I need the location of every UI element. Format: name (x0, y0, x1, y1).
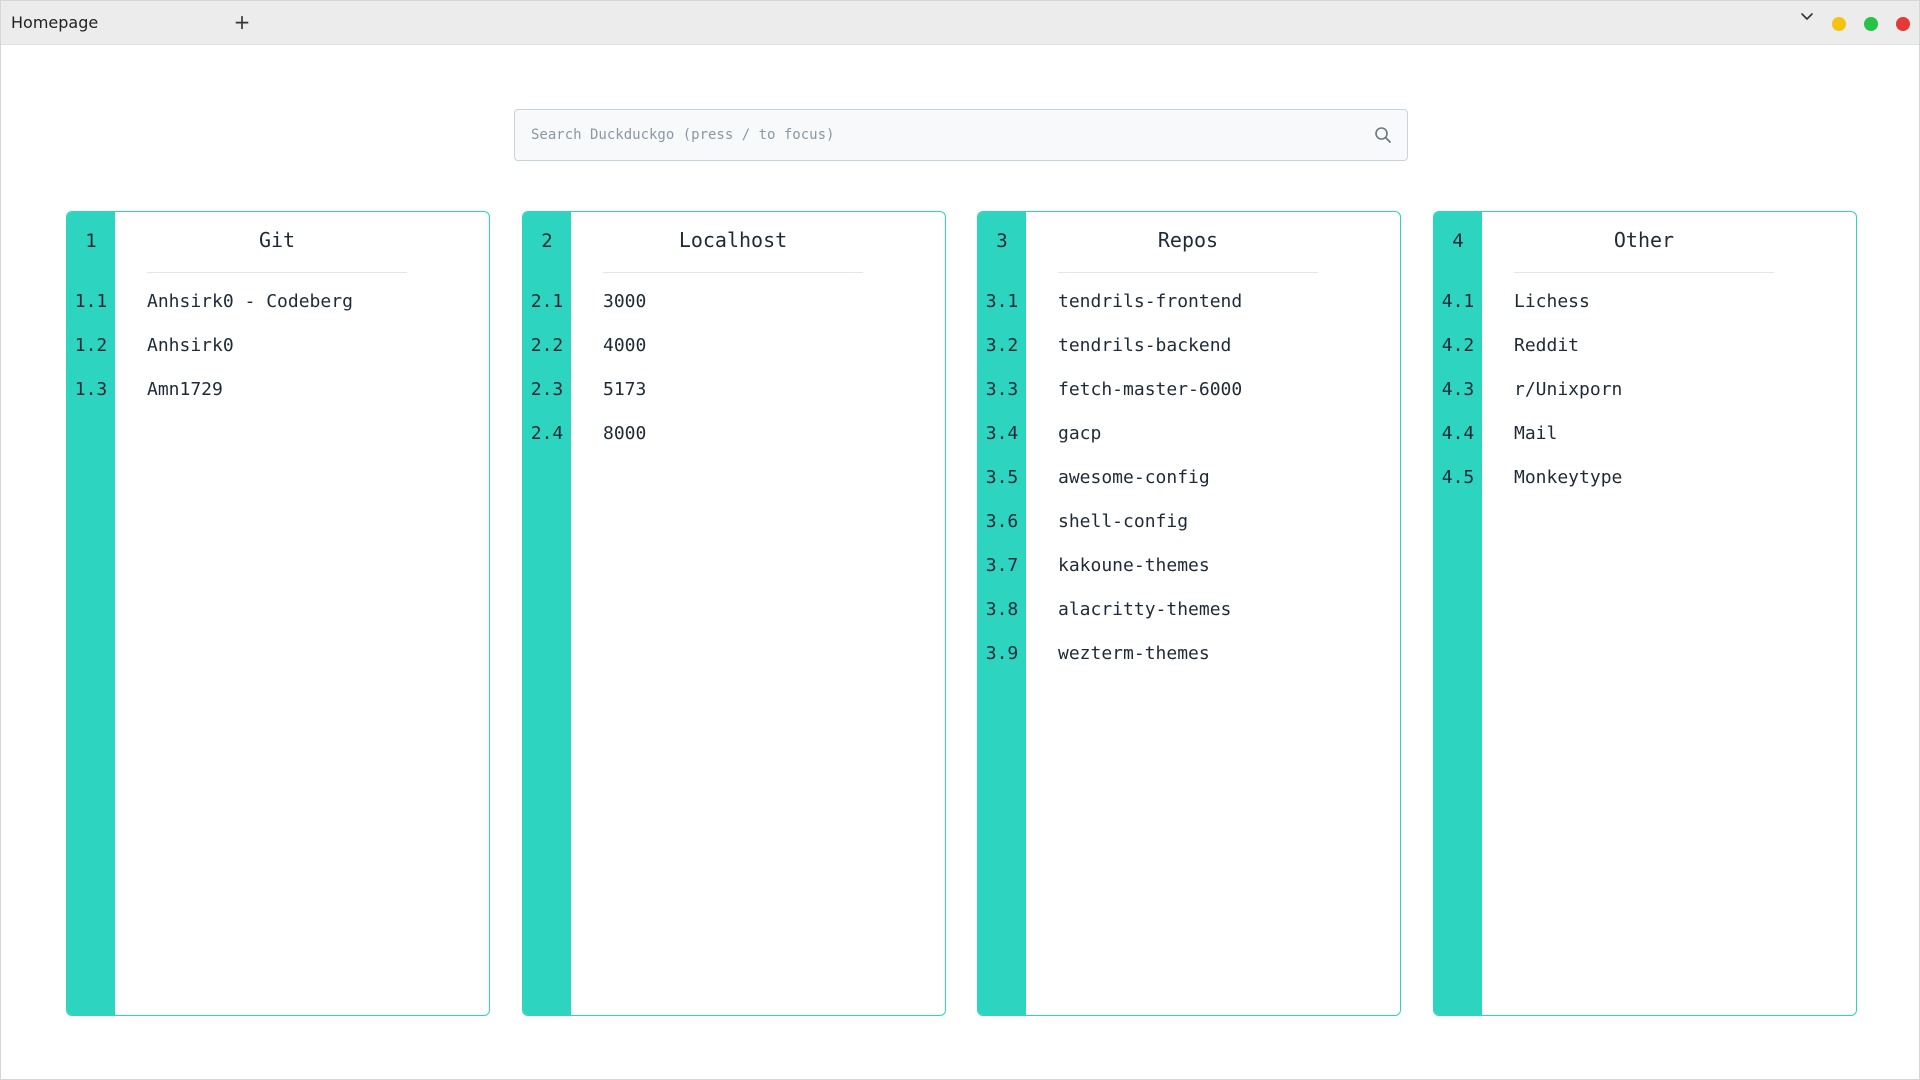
card-number: 4 (1452, 230, 1464, 252)
link-index: 4.2 (1441, 335, 1475, 356)
close-button[interactable] (1896, 17, 1910, 31)
link-index: 2.4 (530, 423, 564, 444)
link-item[interactable]: 2.2 4000 (523, 331, 945, 361)
link-label[interactable]: Anhsirk0 (147, 331, 234, 361)
link-item[interactable]: 3.6 shell-config (978, 507, 1400, 537)
card-divider (1514, 272, 1774, 273)
link-index: 1.2 (74, 335, 108, 356)
link-index: 4.1 (1441, 291, 1475, 312)
link-item[interactable]: 4.5 Monkeytype (1434, 463, 1856, 493)
link-item[interactable]: 4.4 Mail (1434, 419, 1856, 449)
card-title: Repos (1157, 228, 1219, 252)
link-label[interactable]: 5173 (603, 375, 646, 405)
search-icon[interactable] (1373, 125, 1393, 145)
maximize-button[interactable] (1864, 17, 1878, 31)
link-index: 4.5 (1441, 467, 1475, 488)
card-number: 3 (996, 230, 1008, 252)
link-item[interactable]: 2.1 3000 (523, 287, 945, 317)
link-label[interactable]: Mail (1514, 419, 1557, 449)
minimize-button[interactable] (1832, 17, 1846, 31)
link-item[interactable]: 2.3 5173 (523, 375, 945, 405)
link-label[interactable]: tendrils-backend (1058, 331, 1231, 361)
link-index: 4.3 (1441, 379, 1475, 400)
link-item[interactable]: 4.1 Lichess (1434, 287, 1856, 317)
card-git: 1 Git 1.1 Anhsirk0 - Codeberg 1.2 Anhsirk0 1.3… (66, 211, 490, 1016)
link-label[interactable]: awesome-config (1058, 463, 1210, 493)
link-index: 3.2 (985, 335, 1019, 356)
new-tab-button[interactable]: + (229, 9, 255, 35)
link-label[interactable]: alacritty-themes (1058, 595, 1231, 625)
link-index: 3.7 (985, 555, 1019, 576)
card-title: Git (258, 228, 296, 252)
link-label[interactable]: wezterm-themes (1058, 639, 1210, 669)
card-repos: 3 Repos 3.1 tendrils-frontend 3.2 tendrils-ba… (977, 211, 1401, 1016)
link-item[interactable]: 3.5 awesome-config (978, 463, 1400, 493)
card-divider (147, 272, 407, 273)
link-label[interactable]: Monkeytype (1514, 463, 1622, 493)
link-index: 1.3 (74, 379, 108, 400)
card-localhost: 2 Localhost 2.1 3000 2.2 4000 2.3 5173 2.4 8000 (522, 211, 946, 1016)
link-index: 2.1 (530, 291, 564, 312)
card-title: Other (1613, 228, 1675, 252)
link-index: 2.2 (530, 335, 564, 356)
tab-homepage[interactable]: Homepage (1, 1, 221, 44)
search-input[interactable] (515, 110, 1355, 160)
link-item[interactable]: 1.2 Anhsirk0 (67, 331, 489, 361)
link-label[interactable]: Anhsirk0 - Codeberg (147, 287, 353, 317)
tab-title: Homepage (11, 13, 99, 32)
link-label[interactable]: Amn1729 (147, 375, 223, 405)
link-index: 2.3 (530, 379, 564, 400)
link-label[interactable]: Lichess (1514, 287, 1590, 317)
card-other: 4 Other 4.1 Lichess 4.2 Reddit 4.3 r/Unixporn 4.… (1433, 211, 1857, 1016)
card-divider (603, 272, 863, 273)
link-index: 3.4 (985, 423, 1019, 444)
link-label[interactable]: 8000 (603, 419, 646, 449)
link-index: 3.5 (985, 467, 1019, 488)
link-item[interactable]: 3.1 tendrils-frontend (978, 287, 1400, 317)
link-item[interactable]: 3.8 alacritty-themes (978, 595, 1400, 625)
link-item[interactable]: 3.7 kakoune-themes (978, 551, 1400, 581)
search-box (514, 109, 1408, 161)
title-bar: Homepage + (1, 1, 1919, 45)
link-label[interactable]: gacp (1058, 419, 1101, 449)
link-item[interactable]: 1.1 Anhsirk0 - Codeberg (67, 287, 489, 317)
link-label[interactable]: shell-config (1058, 507, 1188, 537)
link-label[interactable]: 4000 (603, 331, 646, 361)
link-index: 3.1 (985, 291, 1019, 312)
link-item[interactable]: 2.4 8000 (523, 419, 945, 449)
link-index: 3.9 (985, 643, 1019, 664)
link-index: 1.1 (74, 291, 108, 312)
link-item[interactable]: 4.3 r/Unixporn (1434, 375, 1856, 405)
card-title: Localhost (678, 228, 788, 252)
link-item[interactable]: 3.9 wezterm-themes (978, 639, 1400, 669)
link-item[interactable]: 4.2 Reddit (1434, 331, 1856, 361)
card-divider (1058, 272, 1318, 273)
link-item[interactable]: 3.2 tendrils-backend (978, 331, 1400, 361)
link-label[interactable]: r/Unixporn (1514, 375, 1622, 405)
link-index: 3.3 (985, 379, 1019, 400)
link-label[interactable]: Reddit (1514, 331, 1579, 361)
link-item[interactable]: 3.4 gacp (978, 419, 1400, 449)
chevron-down-icon[interactable] (1797, 7, 1817, 27)
link-label[interactable]: fetch-master-6000 (1058, 375, 1242, 405)
link-label[interactable]: kakoune-themes (1058, 551, 1210, 581)
link-index: 3.8 (985, 599, 1019, 620)
browser-window: Homepage + 1 Git 1.1 Anhsirk0 - Codeberg 1.2… (0, 0, 1920, 1080)
link-index: 3.6 (985, 511, 1019, 532)
link-label[interactable]: 3000 (603, 287, 646, 317)
card-number: 1 (85, 230, 97, 252)
card-number: 2 (541, 230, 553, 252)
link-index: 4.4 (1441, 423, 1475, 444)
link-item[interactable]: 3.3 fetch-master-6000 (978, 375, 1400, 405)
link-label[interactable]: tendrils-frontend (1058, 287, 1242, 317)
link-item[interactable]: 1.3 Amn1729 (67, 375, 489, 405)
